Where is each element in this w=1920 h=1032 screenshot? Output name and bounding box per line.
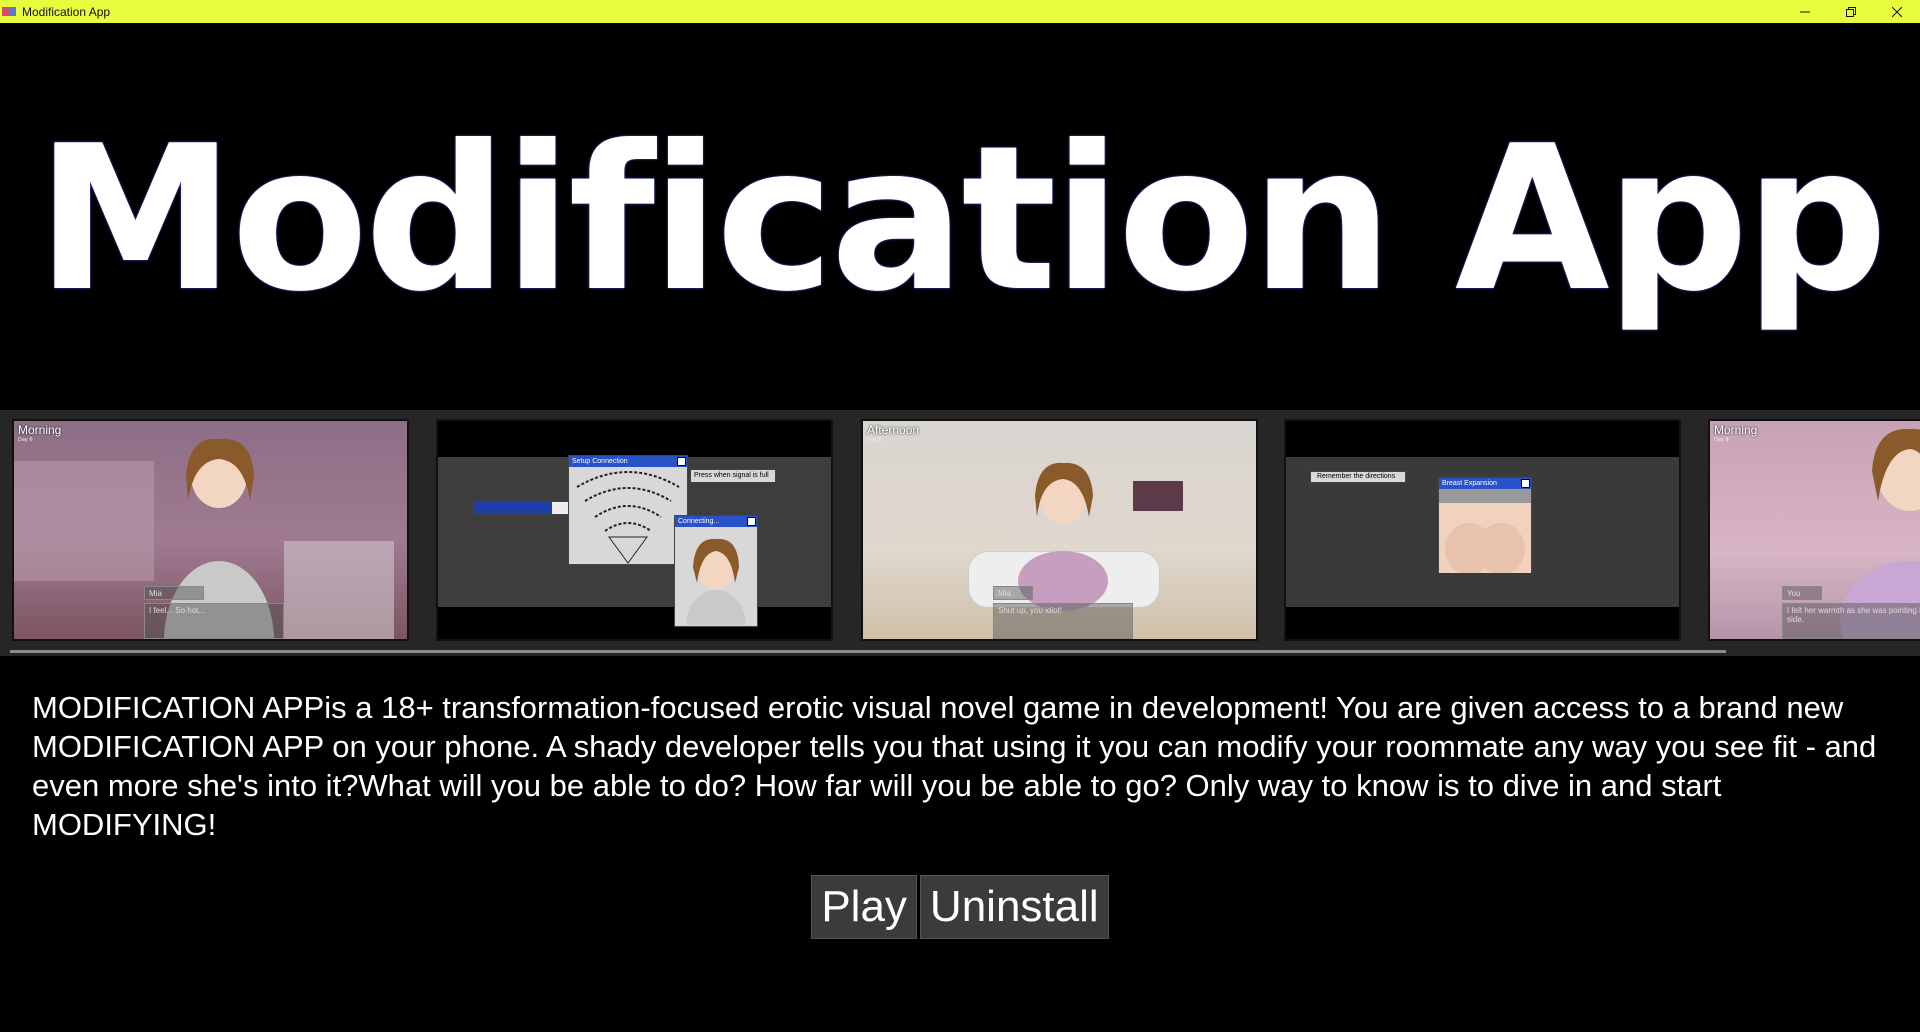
setup-connection-window: Setup Connection bbox=[568, 455, 688, 565]
close-icon bbox=[1892, 6, 1902, 17]
restore-icon bbox=[1846, 6, 1856, 17]
window-controls bbox=[1782, 0, 1920, 23]
action-buttons: Play Uninstall bbox=[0, 875, 1920, 939]
gallery-thumbnail-2[interactable]: Setup Connection Press when signal is fu… bbox=[436, 419, 833, 641]
dialog-text-box: Shut up, you idiot! bbox=[993, 603, 1133, 639]
dialog-name-box: Mia bbox=[144, 586, 204, 600]
character-closeup bbox=[1439, 489, 1531, 575]
character-portrait bbox=[686, 538, 746, 639]
hero-title: Modification App bbox=[36, 103, 1888, 336]
breast-expansion-window: Breast Expansion bbox=[1438, 477, 1532, 575]
scene-time-label: Morning bbox=[1714, 423, 1758, 437]
game-description: MODIFICATION APPis a 18+ transformation-… bbox=[32, 690, 1877, 842]
gallery-thumbnail-4[interactable]: Remember the directions Breast Expansion bbox=[1284, 419, 1681, 641]
window-title: Modification App bbox=[22, 4, 111, 19]
signal-prompt: Press when signal is full bbox=[690, 469, 776, 483]
scene-day-label: Day 8 bbox=[1714, 437, 1729, 443]
scene-time-label: Morning bbox=[18, 423, 62, 437]
minimize-icon bbox=[1800, 11, 1810, 12]
scene-day-label: Day 6 bbox=[867, 437, 882, 443]
signal-icon bbox=[576, 471, 680, 564]
window-titlebar[interactable]: Modification App bbox=[0, 0, 1920, 23]
connecting-title: Connecting... bbox=[678, 518, 720, 525]
dialog-text-box: I felt her warmth as she was pointing he… bbox=[1782, 603, 1920, 639]
minimize-button[interactable] bbox=[1782, 0, 1828, 23]
dialog-name-box: Mia bbox=[993, 586, 1033, 600]
dialog-text-box: I feel... So hot... bbox=[144, 603, 284, 639]
close-button[interactable] bbox=[1874, 0, 1920, 23]
screenshot-gallery[interactable]: Morning Day 6 Mia I feel... So hot... Se… bbox=[0, 410, 1920, 656]
restore-button[interactable] bbox=[1828, 0, 1874, 23]
directions-prompt: Remember the directions bbox=[1310, 471, 1406, 483]
scene-time-label: Afternoon bbox=[867, 423, 920, 437]
gallery-thumbnail-3[interactable]: Afternoon Day 6 Mia Shut up, you idiot! bbox=[861, 419, 1258, 641]
setup-connection-title: Setup Connection bbox=[572, 458, 628, 465]
uninstall-button[interactable]: Uninstall bbox=[919, 875, 1109, 939]
play-button[interactable]: Play bbox=[811, 875, 917, 939]
app-icon bbox=[2, 7, 16, 16]
connecting-window: Connecting... bbox=[674, 515, 758, 639]
dialog-name-box: You bbox=[1782, 586, 1822, 600]
gallery-thumbnail-1[interactable]: Morning Day 6 Mia I feel... So hot... bbox=[12, 419, 409, 641]
scene-day-label: Day 6 bbox=[18, 437, 33, 443]
gallery-scrollbar[interactable] bbox=[10, 650, 1726, 653]
breast-expansion-title: Breast Expansion bbox=[1442, 480, 1497, 487]
gallery-thumbnail-5[interactable]: Morning Day 8 You I felt her warmth as s… bbox=[1708, 419, 1920, 641]
